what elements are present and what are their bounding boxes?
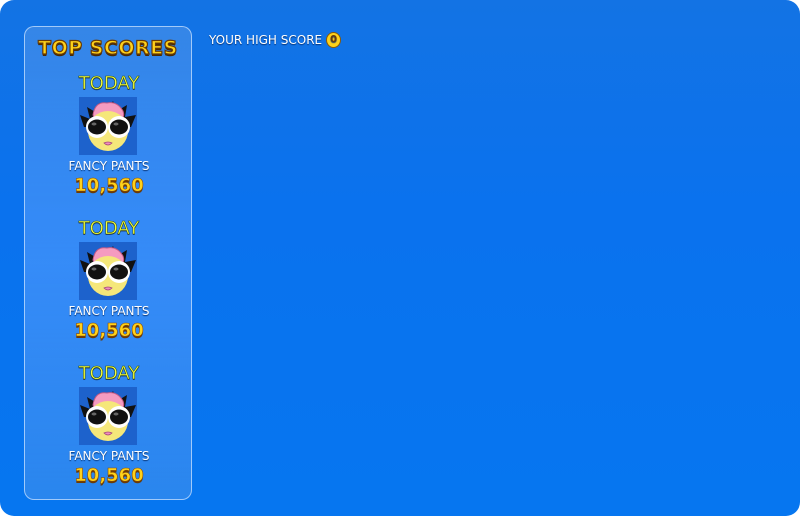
top-scores-panel: TOP SCORES TODAY FANCY PANTS 10,560 TODA… [24,26,192,500]
entry-score: 10,560 [74,320,144,342]
coin-icon: 0 [326,32,342,48]
entry-score: 10,560 [74,175,144,197]
penguin-avatar-icon [79,242,137,300]
penguin-avatar-icon [79,97,137,155]
entry-score: 10,560 [74,465,144,487]
entry-player-name: FANCY PANTS [68,449,150,463]
penguin-avatar-icon [79,387,137,445]
entry-player-name: FANCY PANTS [68,304,150,318]
entry-period-label: TODAY [78,73,140,95]
top-score-entry: TODAY FANCY PANTS 10,560 [25,218,193,348]
high-score-label: YOUR HIGH SCORE [209,33,323,47]
your-high-score: YOUR HIGH SCORE 0 [209,32,342,48]
entry-player-name: FANCY PANTS [68,159,150,173]
high-score-value: 0 [330,34,338,45]
top-score-entry: TODAY FANCY PANTS 10,560 [25,73,193,203]
entry-period-label: TODAY [78,218,140,240]
game-screen: TOP SCORES TODAY FANCY PANTS 10,560 TODA… [0,0,800,516]
top-scores-title: TOP SCORES [38,36,178,59]
top-score-entry: TODAY FANCY PANTS 10,560 [25,363,193,493]
entry-period-label: TODAY [78,363,140,385]
